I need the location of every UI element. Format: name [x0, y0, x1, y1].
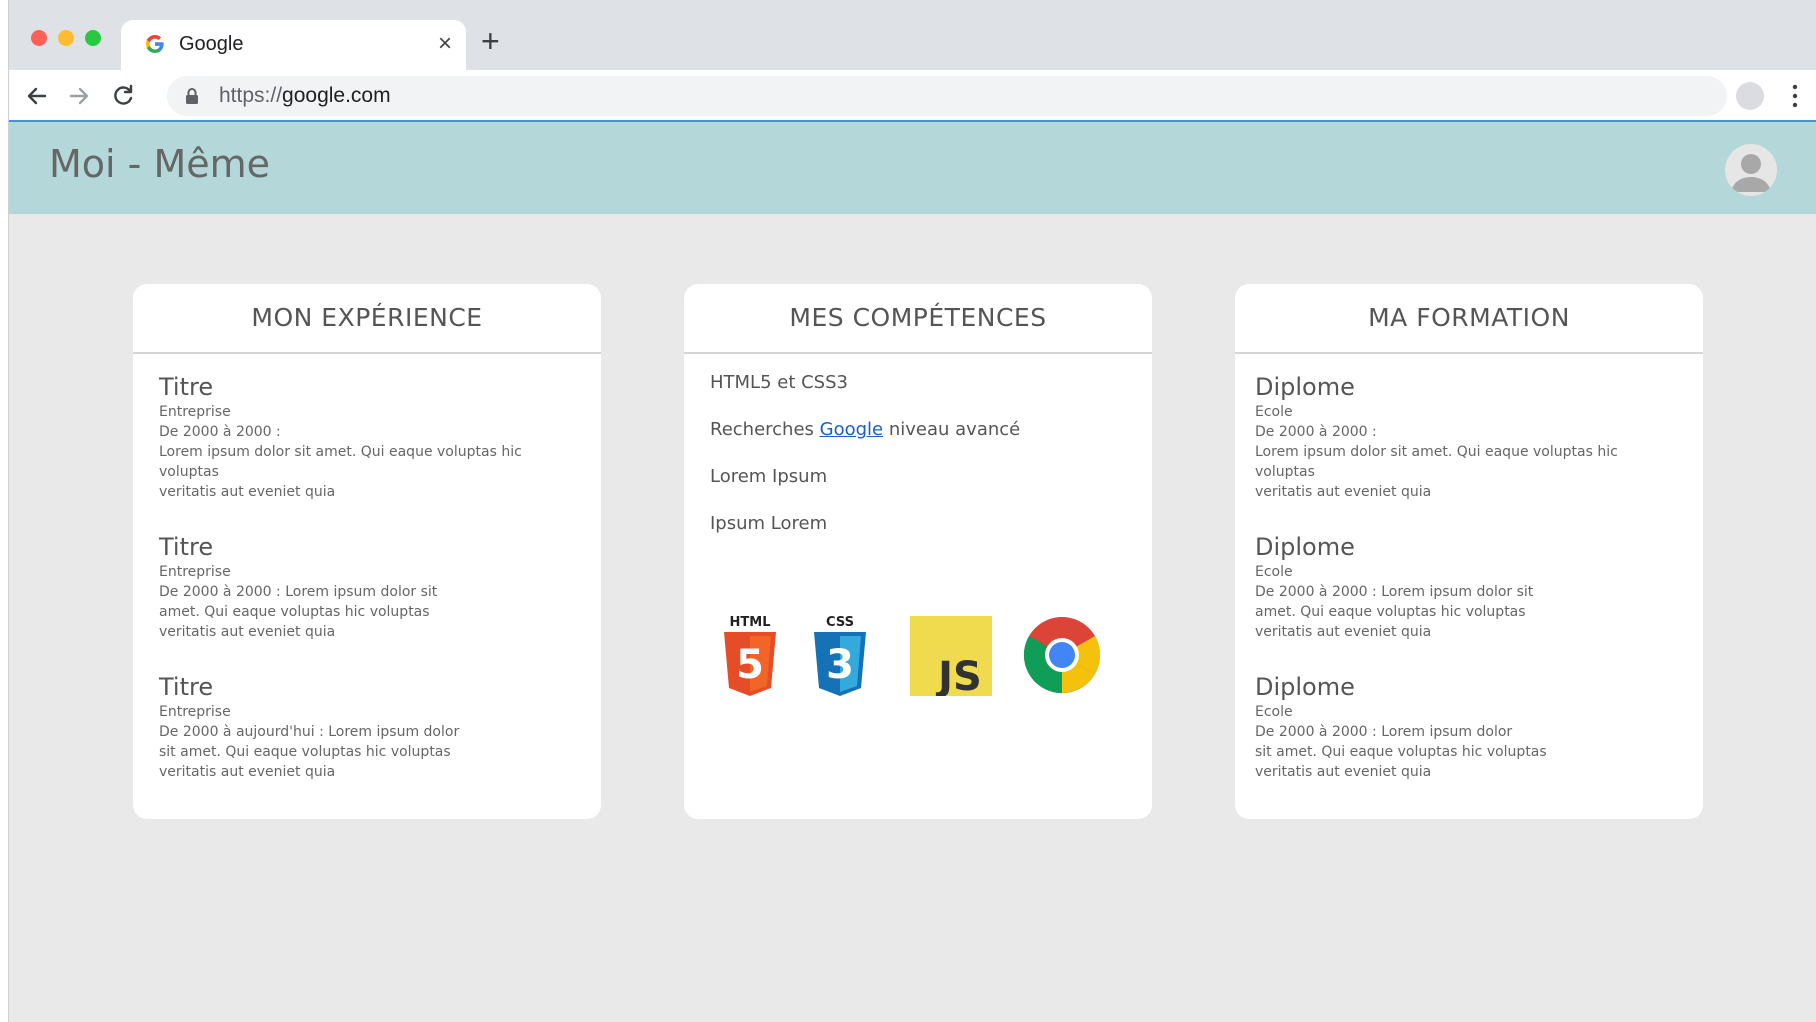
formation-card: MA FORMATION Diplome Ecole De 2000 à 200…	[1235, 284, 1703, 819]
javascript-logo-label: JS	[935, 654, 982, 696]
skill-suffix: niveau avancé	[883, 419, 1021, 440]
list-item: Titre Entreprise De 2000 à 2000 : Lorem …	[159, 532, 575, 642]
entry-title: Titre	[159, 373, 214, 401]
entry-school: Ecole	[1255, 404, 1293, 420]
css3-logo-label: CSS	[826, 615, 854, 630]
list-item: Diplome Ecole De 2000 à 2000 : Lorem ips…	[1255, 532, 1677, 642]
tab-close-button[interactable]: ×	[438, 30, 452, 58]
html5-logo-label: HTML	[730, 615, 771, 630]
entry-description: De 2000 à 2000 : Lorem ipsum dolor sit a…	[1255, 424, 1618, 500]
list-item: Titre Entreprise De 2000 à 2000 : Lorem …	[159, 372, 575, 502]
site-header: Moi - Même	[9, 122, 1816, 214]
experience-card: MON EXPÉRIENCE Titre Entreprise De 2000 …	[133, 284, 601, 819]
forward-arrow-icon[interactable]	[65, 82, 93, 110]
window-maximize-button[interactable]	[85, 30, 101, 46]
entry-company: Entreprise	[159, 564, 231, 580]
tab-title: Google	[179, 33, 244, 55]
back-arrow-icon[interactable]	[23, 82, 51, 110]
entry-company: Entreprise	[159, 704, 231, 720]
list-item: HTML5 et CSS3	[710, 372, 848, 393]
experience-card-title: MON EXPÉRIENCE	[133, 284, 601, 354]
profile-avatar-button[interactable]	[1736, 82, 1764, 110]
google-link[interactable]: Google	[820, 419, 883, 440]
url-host: google.com	[282, 84, 391, 107]
skills-card-title: MES COMPÉTENCES	[684, 284, 1152, 354]
technology-logos: HTML 5 CSS 3 JS	[720, 614, 1120, 704]
list-item: Lorem Ipsum	[710, 466, 828, 487]
formation-list: Diplome Ecole De 2000 à 2000 : Lorem ips…	[1235, 354, 1703, 782]
lock-icon	[186, 88, 198, 104]
formation-card-title: MA FORMATION	[1235, 284, 1703, 354]
tab-bar: Google × +	[9, 0, 1816, 70]
skill-prefix: Recherches	[710, 419, 820, 440]
page-title: Moi - Même	[49, 142, 271, 186]
entry-school: Ecole	[1255, 704, 1293, 720]
css3-logo-icon: CSS 3	[814, 615, 866, 696]
reload-icon[interactable]	[109, 82, 137, 110]
browser-toolbar: https://google.com	[9, 70, 1816, 122]
html5-logo-number: 5	[736, 642, 764, 688]
new-tab-button[interactable]: +	[481, 25, 500, 57]
javascript-logo-icon: JS	[910, 616, 992, 696]
entry-description: De 2000 à 2000 : Lorem ipsum dolor sit a…	[1255, 584, 1534, 640]
entry-description: De 2000 à 2000 : Lorem ipsum dolor sit a…	[1255, 724, 1547, 780]
url-text: https://google.com	[219, 84, 391, 108]
list-item: Titre Entreprise De 2000 à aujourd'hui :…	[159, 672, 575, 782]
entry-school: Ecole	[1255, 564, 1293, 580]
address-bar[interactable]: https://google.com	[167, 76, 1727, 116]
experience-list: Titre Entreprise De 2000 à 2000 : Lorem …	[133, 354, 601, 782]
browser-tab[interactable]: Google ×	[121, 20, 466, 70]
user-silhouette-icon	[1731, 154, 1771, 192]
entry-title: Diplome	[1255, 673, 1355, 701]
browser-window: Google × + https://google.com Moi - Même…	[8, 0, 1816, 1022]
html5-logo-icon: HTML 5	[724, 615, 776, 696]
window-minimize-button[interactable]	[58, 30, 74, 46]
entry-description: De 2000 à 2000 : Lorem ipsum dolor sit a…	[159, 584, 438, 640]
window-close-button[interactable]	[31, 30, 47, 46]
user-avatar-icon[interactable]	[1725, 144, 1777, 196]
google-favicon-icon	[146, 35, 164, 53]
list-item: Recherches Google niveau avancé	[710, 417, 1126, 443]
entry-title: Titre	[159, 533, 214, 561]
chrome-logo-icon	[1023, 617, 1101, 694]
entry-title: Titre	[159, 673, 214, 701]
entry-description: De 2000 à 2000 : Lorem ipsum dolor sit a…	[159, 424, 522, 500]
entry-company: Entreprise	[159, 404, 231, 420]
url-scheme: https://	[219, 84, 283, 107]
list-item: Ipsum Lorem	[710, 513, 828, 534]
skills-list: HTML5 et CSS3 Recherches Google niveau a…	[684, 354, 1152, 537]
entry-title: Diplome	[1255, 373, 1355, 401]
list-item: Diplome Ecole De 2000 à 2000 : Lorem ips…	[1255, 672, 1677, 782]
entry-description: De 2000 à aujourd'hui : Lorem ipsum dolo…	[159, 724, 460, 780]
entry-title: Diplome	[1255, 533, 1355, 561]
list-item: Diplome Ecole De 2000 à 2000 : Lorem ips…	[1255, 372, 1677, 502]
kebab-menu-icon[interactable]	[1791, 82, 1799, 110]
skills-card: MES COMPÉTENCES HTML5 et CSS3 Recherches…	[684, 284, 1152, 819]
css3-logo-number: 3	[826, 642, 854, 688]
